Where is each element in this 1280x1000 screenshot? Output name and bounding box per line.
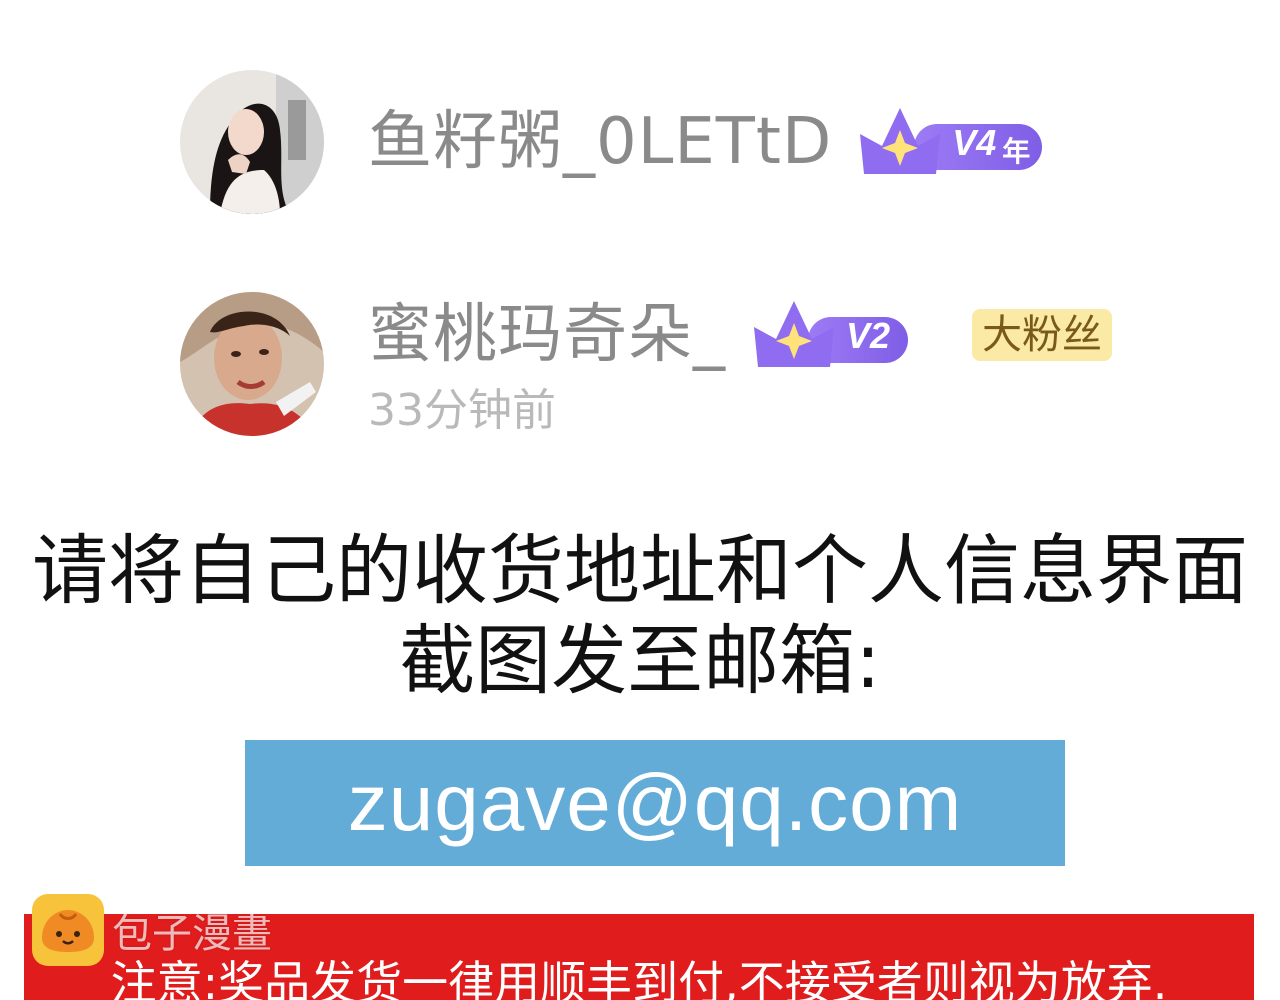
name-line: 鱼籽粥_0LETtD V4 年	[368, 102, 1046, 182]
comment-meta: 鱼籽粥_0LETtD V4 年	[368, 102, 1046, 182]
instruction-line-1: 请将自己的收货地址和个人信息界面	[32, 526, 1248, 615]
comment-row-1: 鱼籽粥_0LETtD V4 年	[180, 70, 1046, 214]
bun-logo-icon	[32, 894, 104, 966]
notice-text: 注意:奖品发货一律用顺丰到付,不接受者则视为放弃.	[110, 956, 1168, 1000]
email-address[interactable]: zugave@qq.com	[348, 757, 963, 849]
username[interactable]: 鱼籽粥_0LETtD	[368, 110, 832, 174]
comment-timestamp: 33分钟前	[368, 385, 556, 436]
avatar[interactable]	[180, 70, 324, 214]
fan-badge: 大粉丝	[972, 309, 1112, 361]
avatar[interactable]	[180, 292, 324, 436]
watermark-text: 包子漫畫	[112, 911, 272, 957]
vip-badge[interactable]: V4 年	[860, 102, 1046, 182]
vip-level-label: V4	[952, 122, 997, 163]
watermark: 包子漫畫	[32, 894, 272, 966]
username[interactable]: 蜜桃玛奇朵_	[368, 303, 726, 367]
instruction-text: 请将自己的收货地址和个人信息界面 截图发至邮箱:	[0, 526, 1280, 706]
vip-level-label: V2	[846, 315, 891, 356]
email-box[interactable]: zugave@qq.com	[245, 740, 1065, 866]
avatar-photo-icon	[180, 70, 324, 214]
comment-meta: 蜜桃玛奇朵_ V2 大粉丝 33分钟前	[368, 295, 1112, 433]
name-line: 蜜桃玛奇朵_ V2 大粉丝	[368, 295, 1112, 375]
vip-year-label: 年	[1002, 135, 1031, 168]
instruction-line-2: 截图发至邮箱:	[399, 616, 881, 705]
avatar-photo-icon	[180, 292, 324, 436]
vip-badge[interactable]: V2	[754, 295, 914, 375]
comment-row-2: 蜜桃玛奇朵_ V2 大粉丝 33分钟前	[180, 292, 1112, 436]
